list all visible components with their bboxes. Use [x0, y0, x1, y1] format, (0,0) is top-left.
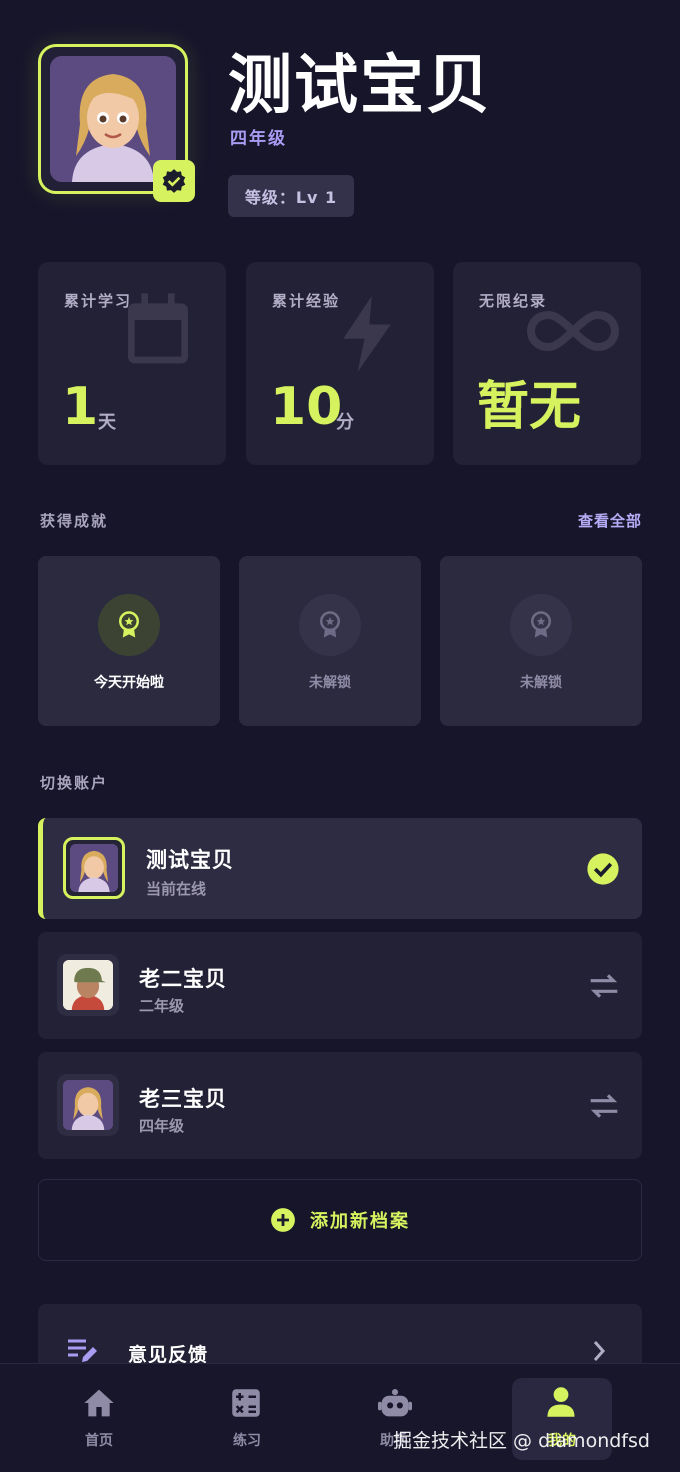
- add-profile-label: 添加新档案: [310, 1211, 410, 1232]
- swap-icon[interactable]: [588, 972, 620, 1000]
- achievements-title: 获得成就: [40, 512, 109, 530]
- stat-card-record: 无限纪录 暂无: [453, 262, 641, 465]
- chevron-right-icon: [593, 1341, 606, 1361]
- stat-unit: 天: [98, 412, 116, 433]
- account-name: 老二宝贝: [139, 967, 227, 991]
- profile-grade: 四年级: [230, 129, 287, 149]
- account-avatar: [63, 837, 125, 899]
- switch-account-title: 切换账户: [40, 774, 109, 792]
- stat-card-study-days: 累计学习 1 天: [38, 262, 226, 465]
- award-icon: [299, 594, 361, 656]
- check-circle-icon: [587, 853, 619, 885]
- robot-icon: [378, 1389, 412, 1417]
- nav-practice[interactable]: 练习: [197, 1364, 297, 1464]
- achievement-label: 未解锁: [309, 675, 351, 691]
- stat-label: 累计经验: [272, 292, 341, 310]
- stat-value: 1: [62, 377, 99, 437]
- stat-value: 暂无: [477, 377, 582, 437]
- swap-icon[interactable]: [588, 1092, 620, 1120]
- profile-page: 测试宝贝 四年级 等级：Lv 1 累计学习 1 天 累计经验 10 分 无限纪录…: [0, 0, 680, 1472]
- bottom-nav: 首页 练习 助手 我的: [0, 1363, 680, 1472]
- nav-label: 练习: [233, 1433, 261, 1449]
- add-profile-button[interactable]: 添加新档案: [38, 1179, 642, 1261]
- stat-card-experience: 累计经验 10 分: [246, 262, 434, 465]
- lightning-icon: [343, 296, 391, 372]
- achievement-card[interactable]: 今天开始啦: [38, 556, 220, 726]
- verified-badge: [153, 160, 195, 202]
- account-grade: 四年级: [139, 1117, 185, 1135]
- achievement-label: 未解锁: [520, 675, 562, 691]
- stat-label: 累计学习: [64, 292, 133, 310]
- award-icon: [98, 594, 160, 656]
- stat-unit: 分: [336, 412, 354, 433]
- account-status: 当前在线: [146, 880, 207, 898]
- watermark: 掘金技术社区 @ diamondfsd: [393, 1430, 650, 1452]
- stat-label: 无限纪录: [479, 292, 548, 310]
- see-all-link[interactable]: 查看全部: [578, 510, 642, 531]
- account-row[interactable]: 老三宝贝 四年级: [38, 1052, 642, 1159]
- account-avatar: [57, 954, 119, 1016]
- nav-label: 首页: [85, 1433, 113, 1449]
- verified-check-icon: [162, 169, 186, 193]
- feedback-edit-icon: [68, 1339, 97, 1362]
- level-chip: 等级：Lv 1: [228, 175, 354, 217]
- add-circle-icon: [271, 1208, 295, 1232]
- account-grade: 二年级: [139, 997, 185, 1015]
- account-name: 测试宝贝: [146, 848, 234, 872]
- stat-value: 10: [270, 377, 343, 437]
- achievement-card[interactable]: 未解锁: [440, 556, 642, 726]
- nav-home[interactable]: 首页: [49, 1364, 149, 1464]
- account-avatar: [57, 1074, 119, 1136]
- award-icon: [510, 594, 572, 656]
- account-row[interactable]: 老二宝贝 二年级: [38, 932, 642, 1039]
- person-icon: [547, 1387, 575, 1417]
- achievement-card[interactable]: 未解锁: [239, 556, 421, 726]
- account-row-active[interactable]: 测试宝贝 当前在线: [38, 818, 642, 919]
- infinity-icon: [526, 310, 620, 352]
- home-icon: [84, 1389, 114, 1417]
- profile-name: 测试宝贝: [228, 49, 492, 123]
- account-name: 老三宝贝: [139, 1087, 227, 1111]
- calculator-icon: [232, 1389, 260, 1417]
- achievement-label: 今天开始啦: [94, 675, 164, 691]
